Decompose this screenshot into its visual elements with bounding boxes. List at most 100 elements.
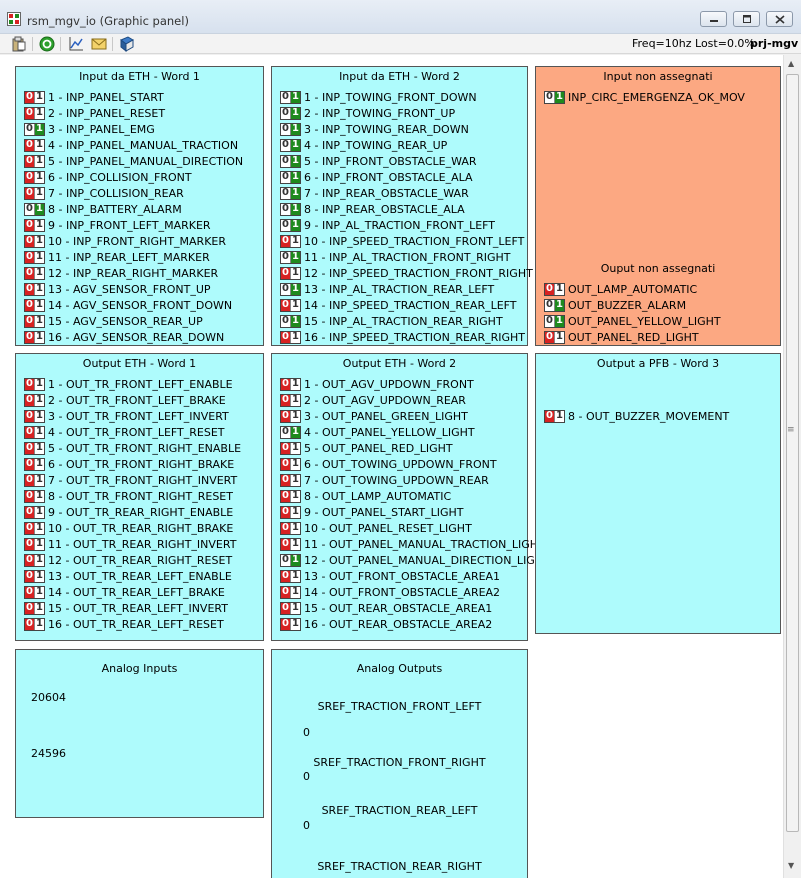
io-row[interactable]: 0 1 11 - OUT_PANEL_MANUAL_TRACTION_LIGHT bbox=[280, 537, 545, 551]
bit-off-indicator[interactable]: 01 bbox=[280, 505, 301, 519]
bit-off-indicator[interactable]: 01 bbox=[24, 441, 45, 455]
io-row[interactable]: 015 - OUT_TR_FRONT_RIGHT_ENABLE bbox=[24, 441, 241, 455]
bit-on-indicator[interactable]: 01 bbox=[544, 90, 565, 104]
bit-on-indicator[interactable]: 01 bbox=[280, 170, 301, 184]
bit-off-indicator[interactable]: 01 bbox=[24, 377, 45, 391]
bit-on-indicator[interactable]: 01 bbox=[544, 298, 565, 312]
bit-off-indicator[interactable]: 01 bbox=[24, 393, 45, 407]
io-row[interactable]: 0 1 15 - AGV_SENSOR_REAR_UP bbox=[24, 314, 203, 328]
bit-off-indicator[interactable]: 01 bbox=[280, 585, 301, 599]
io-row[interactable]: 014 - INP_PANEL_MANUAL_TRACTION bbox=[24, 138, 238, 152]
bit-off-indicator[interactable]: 01 bbox=[280, 489, 301, 503]
io-row[interactable]: 019 - OUT_TR_REAR_RIGHT_ENABLE bbox=[24, 505, 233, 519]
io-row[interactable]: 018 - OUT_TR_FRONT_RIGHT_RESET bbox=[24, 489, 233, 503]
io-row[interactable]: 017 - OUT_TR_FRONT_RIGHT_INVERT bbox=[24, 473, 237, 487]
io-row[interactable]: 011 - OUT_TR_FRONT_LEFT_ENABLE bbox=[24, 377, 233, 391]
io-row[interactable]: 016 - INP_COLLISION_FRONT bbox=[24, 170, 192, 184]
bit-on-indicator[interactable]: 01 bbox=[280, 106, 301, 120]
io-row[interactable]: 0 1 13 - INP_AL_TRACTION_REAR_LEFT bbox=[280, 282, 494, 296]
bit-off-indicator[interactable]: 01 bbox=[280, 617, 301, 631]
bit-off-indicator[interactable]: 01 bbox=[24, 409, 45, 423]
io-row[interactable]: 015 - INP_FRONT_OBSTACLE_WAR bbox=[280, 154, 477, 168]
minimize-button[interactable] bbox=[700, 11, 727, 27]
bit-off-indicator[interactable]: 01 bbox=[24, 314, 45, 328]
bit-off-indicator[interactable]: 01 bbox=[24, 521, 45, 535]
io-row[interactable]: 0 1 OUT_PANEL_YELLOW_LIGHT bbox=[544, 314, 721, 328]
bit-off-indicator[interactable]: 01 bbox=[24, 617, 45, 631]
io-row[interactable]: 0 1 11 - INP_AL_TRACTION_FRONT_RIGHT bbox=[280, 250, 510, 264]
bit-off-indicator[interactable]: 01 bbox=[544, 282, 565, 296]
bit-off-indicator[interactable]: 01 bbox=[24, 425, 45, 439]
scroll-down-icon[interactable]: ▼ bbox=[788, 861, 794, 870]
maximize-button[interactable] bbox=[733, 11, 760, 27]
io-row[interactable]: 012 - OUT_TR_FRONT_LEFT_BRAKE bbox=[24, 393, 226, 407]
io-row[interactable]: 0 1 INP_CIRC_EMERGENZA_OK_MOV bbox=[544, 90, 745, 104]
bit-on-indicator[interactable]: 01 bbox=[280, 218, 301, 232]
io-row[interactable]: 018 - INP_REAR_OBSTACLE_ALA bbox=[280, 202, 465, 216]
io-row[interactable]: 0 1 10 - OUT_TR_REAR_RIGHT_BRAKE bbox=[24, 521, 233, 535]
io-row[interactable]: 019 - INP_FRONT_LEFT_MARKER bbox=[24, 218, 211, 232]
bit-off-indicator[interactable]: 01 bbox=[24, 298, 45, 312]
io-row[interactable]: 0 1 16 - INP_SPEED_TRACTION_REAR_RIGHT bbox=[280, 330, 525, 344]
bit-on-indicator[interactable]: 01 bbox=[280, 90, 301, 104]
io-row[interactable]: 0 1 15 - OUT_REAR_OBSTACLE_AREA1 bbox=[280, 601, 492, 615]
bit-off-indicator[interactable]: 01 bbox=[24, 569, 45, 583]
io-row[interactable]: 0 1 13 - AGV_SENSOR_FRONT_UP bbox=[24, 282, 211, 296]
bit-off-indicator[interactable]: 01 bbox=[24, 457, 45, 471]
bit-off-indicator[interactable]: 01 bbox=[24, 186, 45, 200]
bit-on-indicator[interactable]: 01 bbox=[280, 154, 301, 168]
close-button[interactable] bbox=[766, 11, 793, 27]
chart-button[interactable] bbox=[67, 35, 85, 53]
bit-on-indicator[interactable]: 01 bbox=[280, 138, 301, 152]
io-row[interactable]: 012 - INP_TOWING_FRONT_UP bbox=[280, 106, 455, 120]
io-row[interactable]: 0 1 15 - INP_AL_TRACTION_REAR_RIGHT bbox=[280, 314, 503, 328]
io-row[interactable]: 015 - INP_PANEL_MANUAL_DIRECTION bbox=[24, 154, 243, 168]
io-row[interactable]: 0 1 10 - INP_SPEED_TRACTION_FRONT_LEFT bbox=[280, 234, 524, 248]
bit-off-indicator[interactable]: 01 bbox=[24, 505, 45, 519]
bit-off-indicator[interactable]: 01 bbox=[280, 521, 301, 535]
io-row[interactable]: 012 - OUT_AGV_UPDOWN_REAR bbox=[280, 393, 466, 407]
bit-on-indicator[interactable]: 01 bbox=[280, 186, 301, 200]
bit-off-indicator[interactable]: 01 bbox=[24, 138, 45, 152]
io-row[interactable]: 018 - OUT_LAMP_AUTOMATIC bbox=[280, 489, 451, 503]
io-row[interactable]: 0 1 14 - INP_SPEED_TRACTION_REAR_LEFT bbox=[280, 298, 517, 312]
io-row[interactable]: 0 1 13 - OUT_FRONT_OBSTACLE_AREA1 bbox=[280, 569, 500, 583]
bit-off-indicator[interactable]: 01 bbox=[24, 553, 45, 567]
io-row[interactable]: 013 - INP_TOWING_REAR_DOWN bbox=[280, 122, 469, 136]
bit-off-indicator[interactable]: 01 bbox=[24, 234, 45, 248]
bit-off-indicator[interactable]: 01 bbox=[24, 473, 45, 487]
io-row[interactable]: 018 - OUT_BUZZER_MOVEMENT bbox=[544, 409, 729, 423]
io-row[interactable]: 018 - INP_BATTERY_ALARM bbox=[24, 202, 182, 216]
bit-off-indicator[interactable]: 01 bbox=[280, 473, 301, 487]
bit-on-indicator[interactable]: 01 bbox=[280, 425, 301, 439]
bit-on-indicator[interactable]: 01 bbox=[280, 250, 301, 264]
book-button[interactable] bbox=[118, 35, 136, 53]
bit-on-indicator[interactable]: 01 bbox=[280, 122, 301, 136]
io-row[interactable]: 0 1 10 - INP_FRONT_RIGHT_MARKER bbox=[24, 234, 226, 248]
bit-on-indicator[interactable]: 01 bbox=[280, 553, 301, 567]
io-row[interactable]: 0 1 16 - OUT_REAR_OBSTACLE_AREA2 bbox=[280, 617, 492, 631]
io-row[interactable]: 011 - INP_PANEL_START bbox=[24, 90, 164, 104]
bit-off-indicator[interactable]: 01 bbox=[24, 330, 45, 344]
bit-off-indicator[interactable]: 01 bbox=[280, 537, 301, 551]
scrollbar-thumb[interactable] bbox=[786, 74, 799, 832]
io-row[interactable]: 017 - INP_COLLISION_REAR bbox=[24, 186, 184, 200]
bit-off-indicator[interactable]: 01 bbox=[280, 457, 301, 471]
io-row[interactable]: 019 - OUT_PANEL_START_LIGHT bbox=[280, 505, 463, 519]
bit-off-indicator[interactable]: 01 bbox=[280, 377, 301, 391]
io-row[interactable]: 0 1 11 - OUT_TR_REAR_RIGHT_INVERT bbox=[24, 537, 236, 551]
bit-on-indicator[interactable]: 01 bbox=[24, 122, 45, 136]
bit-off-indicator[interactable]: 01 bbox=[24, 282, 45, 296]
io-row[interactable]: 0 1 OUT_PANEL_RED_LIGHT bbox=[544, 330, 699, 344]
bit-off-indicator[interactable]: 01 bbox=[24, 537, 45, 551]
io-row[interactable]: 014 - OUT_TR_FRONT_LEFT_RESET bbox=[24, 425, 225, 439]
bit-off-indicator[interactable]: 01 bbox=[24, 489, 45, 503]
io-row[interactable]: 0 1 16 - OUT_TR_REAR_LEFT_RESET bbox=[24, 617, 224, 631]
bit-off-indicator[interactable]: 01 bbox=[24, 90, 45, 104]
io-row[interactable]: 014 - OUT_PANEL_YELLOW_LIGHT bbox=[280, 425, 475, 439]
io-row[interactable]: 014 - INP_TOWING_REAR_UP bbox=[280, 138, 447, 152]
io-row[interactable]: 013 - INP_PANEL_EMG bbox=[24, 122, 155, 136]
io-row[interactable]: 0 1 11 - INP_REAR_LEFT_MARKER bbox=[24, 250, 210, 264]
bit-off-indicator[interactable]: 01 bbox=[280, 298, 301, 312]
bit-on-indicator[interactable]: 01 bbox=[24, 202, 45, 216]
